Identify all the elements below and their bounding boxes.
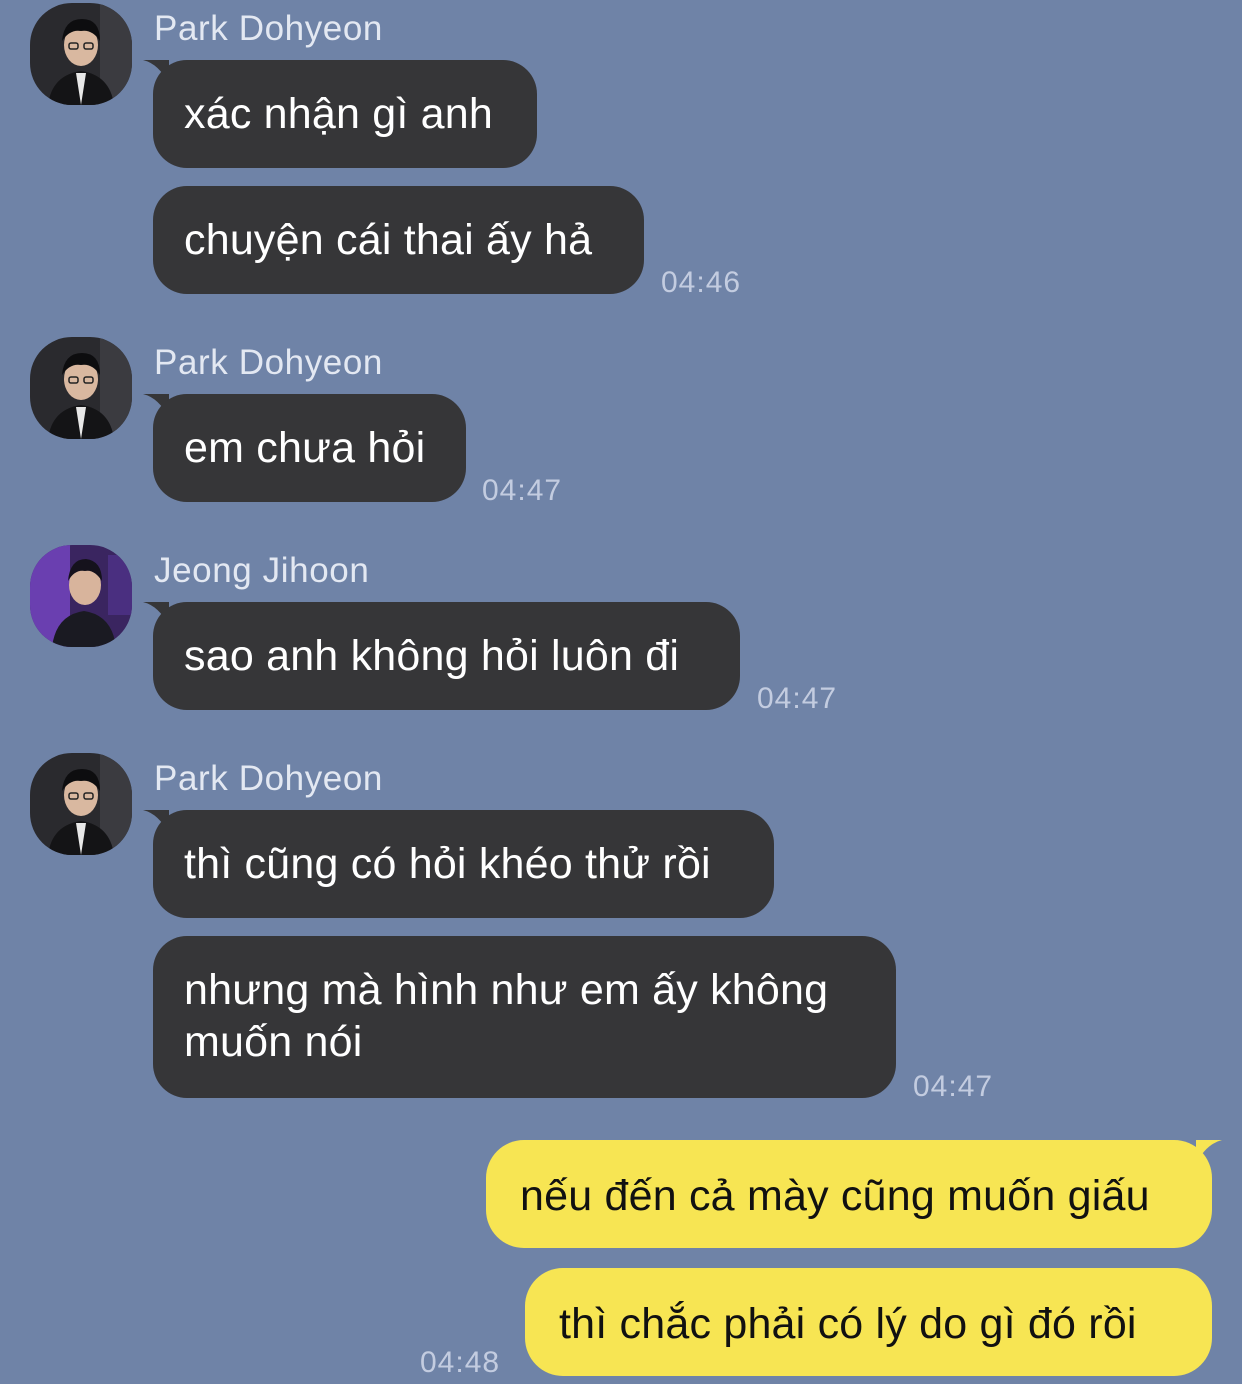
sender-avatar[interactable]: [30, 3, 132, 105]
profile-photo-icon: [30, 337, 132, 439]
message-bubble[interactable]: sao anh không hỏi luôn đi: [153, 602, 740, 710]
message-bubble[interactable]: nhưng mà hình như em ấy không muốn nói: [153, 936, 896, 1098]
outgoing-message-bubble[interactable]: thì chắc phải có lý do gì đó rồi: [525, 1268, 1212, 1376]
message-timestamp: 04:48: [420, 1346, 501, 1379]
sender-avatar[interactable]: [30, 753, 132, 855]
profile-photo-icon: [30, 3, 132, 105]
sender-name: Park Dohyeon: [154, 9, 383, 48]
message-bubble[interactable]: em chưa hỏi: [153, 394, 466, 502]
sender-avatar[interactable]: [30, 337, 132, 439]
message-bubble[interactable]: chuyện cái thai ấy hả: [153, 186, 644, 294]
sender-avatar[interactable]: [30, 545, 132, 647]
message-bubble[interactable]: xác nhận gì anh: [153, 60, 537, 168]
sender-name: Park Dohyeon: [154, 343, 383, 382]
outgoing-message-bubble[interactable]: nếu đến cả mày cũng muốn giấu: [486, 1140, 1212, 1248]
sender-name: Park Dohyeon: [154, 759, 383, 798]
message-timestamp: 04:47: [913, 1070, 994, 1103]
message-timestamp: 04:47: [757, 682, 838, 715]
message-timestamp: 04:46: [661, 266, 742, 299]
profile-photo-icon: [30, 753, 132, 855]
message-timestamp: 04:47: [482, 474, 563, 507]
sender-name: Jeong Jihoon: [154, 551, 370, 590]
profile-photo-icon: [30, 545, 132, 647]
message-bubble[interactable]: thì cũng có hỏi khéo thử rồi: [153, 810, 774, 918]
